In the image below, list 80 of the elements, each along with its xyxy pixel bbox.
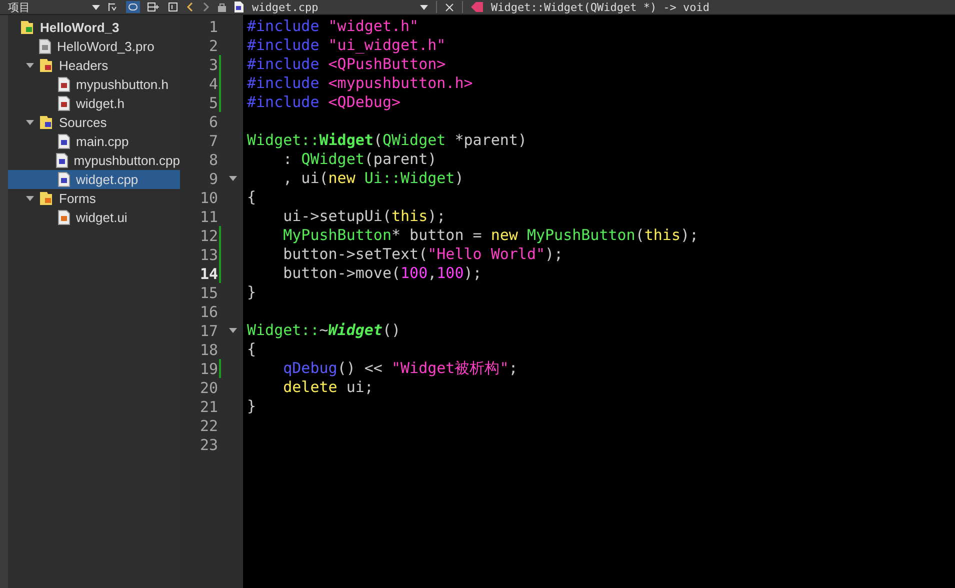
code-line: ui->setupUi(this); <box>282 207 447 226</box>
tree-item[interactable]: HelloWord_3.pro <box>8 37 180 56</box>
code-line: #include "widget.h" <box>247 17 420 36</box>
tree-item[interactable]: widget.cpp <box>8 170 180 189</box>
code-line: MyPushButton* button = new MyPushButton(this); <box>282 226 700 245</box>
caret-icon[interactable] <box>420 4 428 10</box>
split-icon[interactable] <box>146 1 160 13</box>
tree-item[interactable]: widget.ui <box>8 208 180 227</box>
folder-icon <box>20 20 34 35</box>
fold-arrow-icon[interactable] <box>229 328 237 333</box>
tree-item[interactable]: Sources <box>8 113 180 132</box>
file-icon <box>58 96 70 111</box>
code-line: #include <QDebug> <box>247 93 402 112</box>
tree-item[interactable]: mypushbutton.h <box>8 75 180 94</box>
code-line: button->move(100,100); <box>282 264 483 283</box>
close-document-icon[interactable] <box>166 1 180 13</box>
line-number: 2 <box>208 36 218 54</box>
line-number: 5 <box>208 94 218 112</box>
code-line: { <box>247 340 258 359</box>
file-icon <box>58 134 70 149</box>
file-name[interactable]: widget.cpp <box>252 0 412 14</box>
line-number: 7 <box>208 132 218 150</box>
code-line: , ui(new Ui::Widget) <box>282 169 465 188</box>
line-number: 9 <box>208 170 218 188</box>
tree-item[interactable]: main.cpp <box>8 132 180 151</box>
line-number: 15 <box>198 284 218 302</box>
code-line: delete ui; <box>282 378 374 397</box>
folder-icon <box>39 191 53 206</box>
line-number: 22 <box>198 416 218 434</box>
tree-item[interactable]: widget.h <box>8 94 180 113</box>
code-line: button->setText("Hello World"); <box>282 245 564 264</box>
folder-icon <box>39 58 53 73</box>
tree-item[interactable]: Headers <box>8 56 180 75</box>
tree-item[interactable]: HelloWord_3 <box>8 18 180 37</box>
code-line: Widget::Widget(QWidget *parent) <box>247 131 528 150</box>
line-number: 11 <box>198 208 218 226</box>
file-icon <box>56 153 68 168</box>
expand-arrow-icon[interactable] <box>26 196 34 201</box>
lock-icon <box>218 2 226 12</box>
code-line: qDebug() << "Widget被析构"; <box>282 359 519 378</box>
line-number: 19 <box>198 360 218 378</box>
line-number: 18 <box>198 340 218 358</box>
code-line: } <box>247 397 258 416</box>
line-number: 3 <box>208 56 218 74</box>
panel-title: 项目 <box>8 0 31 14</box>
line-number: 10 <box>198 188 218 206</box>
line-number: 23 <box>198 436 218 454</box>
file-icon <box>58 77 70 92</box>
line-number: 20 <box>198 378 218 396</box>
code-line: Widget::~Widget() <box>247 321 402 340</box>
expand-arrow-icon[interactable] <box>26 120 34 125</box>
symbol-name[interactable]: Widget::Widget(QWidget *) -> void <box>491 0 710 14</box>
code-line: { <box>247 188 258 207</box>
code-line: #include <QPushButton> <box>247 55 447 74</box>
line-number: 14 <box>198 264 218 282</box>
line-number: 1 <box>208 18 218 36</box>
tree-item[interactable]: Forms <box>8 189 180 208</box>
line-number: 6 <box>208 112 218 130</box>
code-line: } <box>247 283 258 302</box>
line-number: 21 <box>198 398 218 416</box>
code-line: #include "ui_widget.h" <box>247 36 447 55</box>
file-icon <box>58 172 70 187</box>
fold-arrow-icon[interactable] <box>229 176 237 181</box>
line-number: 16 <box>198 302 218 320</box>
file-icon <box>58 210 70 225</box>
expand-arrow-icon[interactable] <box>26 63 34 68</box>
caret-icon[interactable] <box>92 4 100 10</box>
tree-item[interactable]: mypushbutton.cpp <box>8 151 180 170</box>
file-icon <box>39 39 51 54</box>
line-number: 17 <box>198 322 218 340</box>
file-icon <box>234 1 244 13</box>
close-icon[interactable] <box>445 2 454 12</box>
code-line: : QWidget(parent) <box>282 150 438 169</box>
code-line: #include <mypushbutton.h> <box>247 74 474 93</box>
line-number: 13 <box>198 246 218 264</box>
line-number: 12 <box>198 226 218 244</box>
folder-icon <box>39 115 53 130</box>
line-number: 4 <box>208 74 218 92</box>
line-number: 8 <box>208 150 218 168</box>
symbol-icon <box>471 2 483 12</box>
